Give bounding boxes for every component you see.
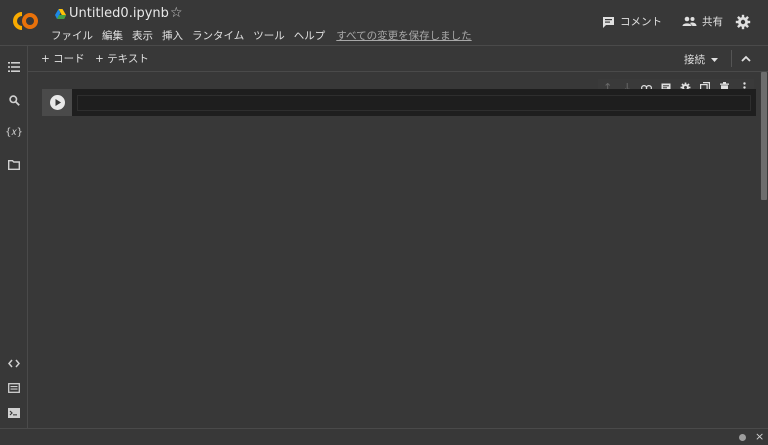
- save-status[interactable]: すべての変更を保存しました: [336, 28, 471, 43]
- close-status-icon[interactable]: ×: [755, 430, 764, 443]
- share-button[interactable]: 共有: [682, 14, 723, 29]
- comment-button[interactable]: コメント: [602, 14, 662, 29]
- table-of-contents-icon[interactable]: [6, 59, 22, 75]
- menu-help[interactable]: ヘルプ: [294, 28, 326, 43]
- settings-gear-icon[interactable]: [735, 14, 751, 30]
- connect-label: 接続: [684, 54, 705, 66]
- add-code-button[interactable]: + コード: [41, 51, 85, 66]
- left-sidebar: {𝑥}: [0, 46, 28, 428]
- menu-tools[interactable]: ツール: [253, 28, 285, 43]
- comment-label: コメント: [620, 16, 662, 28]
- star-icon[interactable]: ☆: [170, 5, 183, 21]
- comment-icon: [603, 16, 614, 28]
- notebook-toolbar: + コード + テキスト 接続: [28, 46, 768, 72]
- menu-edit[interactable]: 編集: [102, 28, 123, 43]
- google-drive-icon: [55, 9, 66, 19]
- variables-icon[interactable]: {𝑥}: [5, 124, 23, 140]
- menu-insert[interactable]: 挿入: [162, 28, 183, 43]
- toolbar-divider: [731, 50, 732, 67]
- folder-icon[interactable]: [6, 157, 22, 173]
- header: Untitled0.ipynb ☆ ファイル 編集 表示 挿入 ランタイム ツー…: [0, 0, 768, 46]
- code-cell: [42, 89, 756, 116]
- menu-bar: ファイル 編集 表示 挿入 ランタイム ツール ヘルプ すべての変更を保存しまし…: [51, 28, 481, 43]
- search-icon[interactable]: [6, 92, 22, 108]
- notebook-title[interactable]: Untitled0.ipynb: [69, 6, 169, 21]
- people-icon: [682, 16, 697, 26]
- run-cell-button[interactable]: [50, 95, 65, 110]
- code-editor[interactable]: [77, 95, 751, 111]
- status-bar: ×: [0, 428, 768, 445]
- add-text-button[interactable]: + テキスト: [95, 51, 149, 66]
- dropdown-arrow-icon: [711, 57, 718, 62]
- cell-gutter: [42, 89, 72, 116]
- scrollbar-thumb[interactable]: [761, 72, 767, 200]
- connect-button[interactable]: 接続: [684, 52, 718, 67]
- runtime-status-indicator: [739, 434, 746, 441]
- menu-view[interactable]: 表示: [132, 28, 153, 43]
- menu-file[interactable]: ファイル: [51, 28, 93, 43]
- colab-logo[interactable]: [10, 10, 40, 32]
- code-snippets-icon[interactable]: [6, 355, 22, 371]
- menu-runtime[interactable]: ランタイム: [192, 28, 244, 43]
- play-icon: [55, 99, 61, 106]
- terminal-icon[interactable]: [6, 405, 22, 421]
- share-label: 共有: [702, 16, 723, 28]
- collapse-header-icon[interactable]: [739, 52, 753, 66]
- command-palette-icon[interactable]: [6, 380, 22, 396]
- scrollbar[interactable]: [760, 72, 768, 428]
